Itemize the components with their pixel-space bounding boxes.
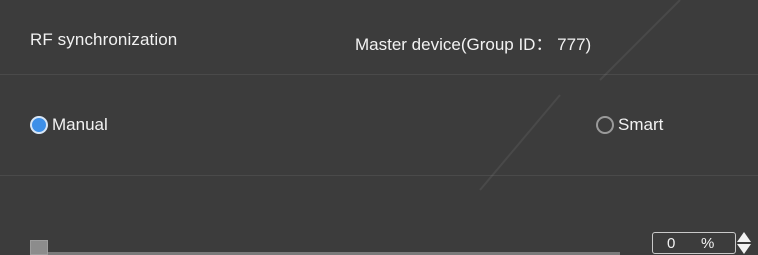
triangle-down-icon[interactable] <box>737 244 751 254</box>
level-slider-thumb[interactable] <box>30 240 48 255</box>
manual-radio-button[interactable] <box>30 116 48 134</box>
smart-radio-button[interactable] <box>596 116 614 134</box>
manual-radio-option[interactable]: Manual <box>30 115 108 135</box>
rf-sync-panel: RF synchronization Master device(Group I… <box>0 0 758 255</box>
section-title: RF synchronization <box>30 30 178 49</box>
level-value[interactable]: 0 <box>667 235 675 252</box>
triangle-up-icon[interactable] <box>737 232 751 242</box>
smart-radio-option[interactable]: Smart <box>596 115 663 135</box>
mode-row: Manual Smart <box>0 75 758 176</box>
header-row: RF synchronization Master device(Group I… <box>0 0 758 75</box>
manual-label: Manual <box>52 115 108 134</box>
master-device-status: Master device(Group ID： 777) <box>355 35 592 54</box>
level-spinbox[interactable]: 0 % <box>652 232 736 254</box>
level-unit: % <box>701 235 715 252</box>
spin-buttons <box>734 232 756 254</box>
smart-label: Smart <box>618 115 664 134</box>
